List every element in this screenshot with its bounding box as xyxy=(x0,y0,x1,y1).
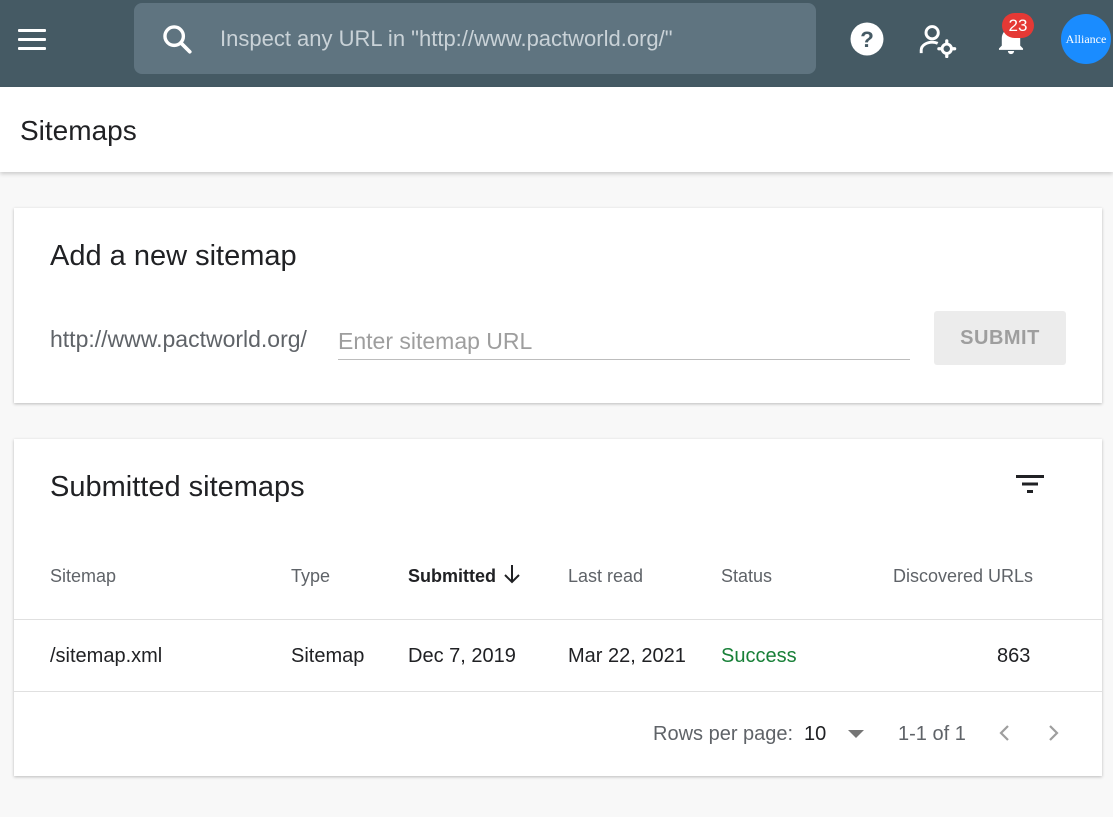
help-icon[interactable]: ? xyxy=(849,21,885,57)
page-header: Sitemaps xyxy=(0,87,1113,172)
page-title: Sitemaps xyxy=(20,115,137,146)
column-header-sitemap[interactable]: Sitemap xyxy=(50,566,116,587)
column-header-type[interactable]: Type xyxy=(291,566,330,587)
table-divider xyxy=(14,691,1102,692)
cell-discovered-urls: 863 xyxy=(997,645,1031,667)
pagination-range: 1-1 of 1 xyxy=(898,723,966,745)
search-input[interactable] xyxy=(220,22,800,56)
add-sitemap-title: Add a new sitemap xyxy=(50,240,297,272)
column-header-last-read[interactable]: Last read xyxy=(568,566,643,587)
dropdown-caret-icon[interactable] xyxy=(848,730,864,738)
menu-icon[interactable] xyxy=(14,22,50,56)
column-header-submitted[interactable]: Submitted xyxy=(408,566,496,587)
sitemap-url-input[interactable] xyxy=(338,324,910,360)
column-header-status[interactable]: Status xyxy=(721,566,772,587)
search-icon[interactable] xyxy=(160,22,194,56)
cell-submitted: Dec 7, 2019 xyxy=(408,645,516,667)
cell-status: Success xyxy=(721,645,797,667)
sitemap-url-prefix: http://www.pactworld.org/ xyxy=(50,326,307,352)
chevron-right-icon[interactable] xyxy=(1042,721,1064,745)
table-row[interactable]: /sitemap.xml Sitemap Dec 7, 2019 Mar 22,… xyxy=(14,619,1102,691)
sort-descending-icon[interactable] xyxy=(502,563,522,585)
cell-sitemap[interactable]: /sitemap.xml xyxy=(50,645,162,668)
svg-text:?: ? xyxy=(860,27,874,52)
column-header-discovered-urls[interactable]: Discovered URLs xyxy=(893,566,1033,587)
submitted-sitemaps-card: Submitted sitemaps Sitemap Type Submitte… xyxy=(14,439,1102,776)
chevron-left-icon[interactable] xyxy=(994,721,1016,745)
rows-per-page-value[interactable]: 10 xyxy=(804,723,826,746)
filter-icon[interactable] xyxy=(1014,471,1046,497)
top-app-bar: ? 23 Alliance xyxy=(0,0,1113,87)
submit-button[interactable]: SUBMIT xyxy=(934,311,1066,365)
add-sitemap-card: Add a new sitemap http://www.pactworld.o… xyxy=(14,208,1102,403)
notification-badge: 23 xyxy=(1002,13,1034,38)
rows-per-page-label: Rows per page: xyxy=(653,723,794,745)
submitted-sitemaps-title: Submitted sitemaps xyxy=(50,471,305,503)
account-avatar[interactable]: Alliance xyxy=(1061,14,1111,64)
cell-type: Sitemap xyxy=(291,645,365,667)
cell-last-read: Mar 22, 2021 xyxy=(568,645,686,667)
admin-settings-icon[interactable] xyxy=(919,22,957,58)
rows-per-page-select[interactable]: 10 xyxy=(804,713,874,753)
